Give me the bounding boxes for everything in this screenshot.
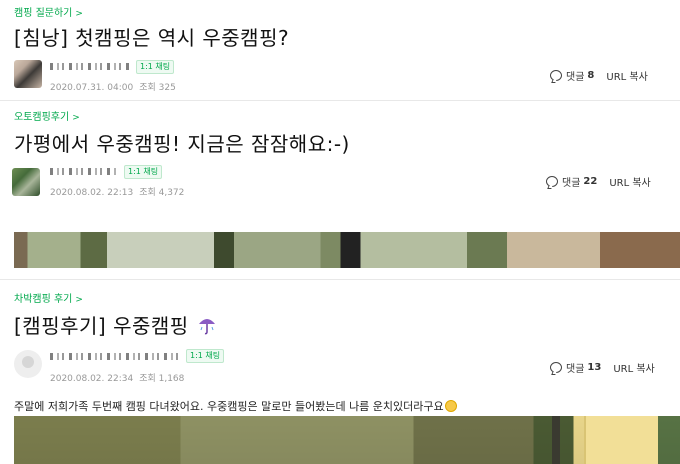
avatar[interactable] — [14, 350, 42, 378]
comment-count[interactable]: 22 — [583, 176, 597, 187]
comment-label[interactable]: 댓글 — [566, 68, 584, 83]
avatar[interactable] — [12, 168, 40, 196]
comment-icon — [550, 70, 562, 81]
post-date: 2020.08.02. 22:34 — [50, 374, 134, 384]
comment-label[interactable]: 댓글 — [562, 174, 580, 189]
url-copy-button[interactable]: URL 복사 — [613, 360, 654, 375]
post-meta: 2020.08.02. 22:34 조회 1,168 — [50, 371, 184, 384]
category-link[interactable]: 오토캠핑후기 > — [14, 108, 80, 123]
chevron-right-icon: > — [72, 113, 80, 123]
comment-count[interactable]: 8 — [587, 70, 594, 81]
post-meta: 2020.07.31. 04:00 조회 325 — [50, 80, 176, 93]
post-date: 2020.08.02. 22:13 — [50, 188, 134, 198]
post-thumbnail[interactable] — [14, 416, 680, 464]
smile-emoji-icon — [444, 400, 457, 412]
umbrella-icon — [198, 319, 215, 335]
post-excerpt[interactable]: 주말에 저희가족 두번째 캠핑 다녀왔어요. 우중캠핑은 말로만 들어봤는데 나… — [14, 398, 457, 414]
category-label: 오토캠핑후기 — [14, 112, 70, 123]
post-meta: 2020.08.02. 22:13 조회 4,372 — [50, 185, 184, 198]
comment-count[interactable]: 13 — [587, 362, 601, 373]
comment-icon — [550, 362, 562, 373]
view-count: 조회 1,168 — [139, 374, 185, 384]
photo-detail — [552, 416, 560, 464]
post-actions: 댓글 13 URL 복사 — [550, 360, 655, 375]
post-title[interactable]: [캠핑후기] 우중캠핑 — [14, 310, 216, 339]
divider — [0, 279, 680, 280]
post-title-text: [캠핑후기] 우중캠핑 — [14, 314, 189, 338]
post-thumbnail[interactable] — [14, 232, 680, 268]
photo-detail — [584, 416, 658, 464]
divider — [0, 100, 680, 101]
category-label: 차박캠핑 후기 — [14, 294, 73, 305]
post-item: 차박캠핑 후기 > [캠핑후기] 우중캠핑 1:1 채팅 2020.08.02. … — [0, 288, 680, 464]
author-nickname[interactable] — [50, 63, 130, 70]
post-excerpt-text: 주말에 저희가족 두번째 캠핑 다녀왔어요. 우중캠핑은 말로만 들어봤는데 나… — [14, 400, 444, 413]
url-copy-button[interactable]: URL 복사 — [606, 68, 647, 83]
url-copy-button[interactable]: URL 복사 — [609, 174, 650, 189]
post-item: 캠핑 질문하기 > [침낭] 첫캠핑은 역시 우중캠핑? 1:1 채팅 2020.… — [0, 0, 680, 100]
author-nickname[interactable] — [50, 168, 116, 175]
author-nickname[interactable] — [50, 353, 178, 360]
view-count: 조회 4,372 — [139, 188, 185, 198]
comment-label[interactable]: 댓글 — [566, 360, 584, 375]
post-actions: 댓글 8 URL 복사 — [550, 68, 648, 83]
view-count: 조회 325 — [139, 83, 176, 93]
avatar[interactable] — [14, 60, 42, 88]
chat-badge[interactable]: 1:1 채팅 — [136, 60, 175, 74]
chevron-right-icon: > — [75, 9, 83, 19]
chevron-right-icon: > — [75, 295, 83, 305]
category-link[interactable]: 캠핑 질문하기 > — [14, 4, 83, 19]
post-title[interactable]: 가평에서 우중캠핑! 지금은 잠잠해요:-) — [14, 128, 350, 157]
chat-badge[interactable]: 1:1 채팅 — [186, 349, 225, 363]
category-label: 캠핑 질문하기 — [14, 8, 73, 19]
post-actions: 댓글 22 URL 복사 — [546, 174, 651, 189]
post-item: 오토캠핑후기 > 가평에서 우중캠핑! 지금은 잠잠해요:-) 1:1 채팅 20… — [0, 104, 680, 276]
chat-badge[interactable]: 1:1 채팅 — [124, 165, 163, 179]
comment-icon — [546, 176, 558, 187]
post-date: 2020.07.31. 04:00 — [50, 83, 134, 93]
category-link[interactable]: 차박캠핑 후기 > — [14, 290, 83, 305]
post-title[interactable]: [침낭] 첫캠핑은 역시 우중캠핑? — [14, 22, 289, 51]
